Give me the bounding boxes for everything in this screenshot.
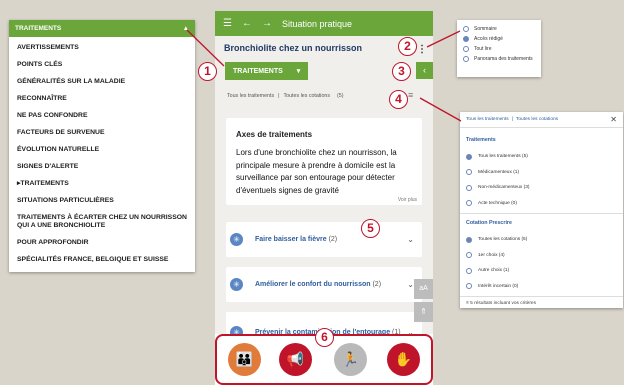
marker-4: 4: [389, 90, 408, 109]
callout-line-1: [186, 29, 225, 67]
callout-line-2: [426, 30, 461, 48]
callout-lines: [186, 29, 462, 122]
marker-1: 1: [198, 62, 217, 81]
marker-2: 2: [398, 37, 417, 56]
marker-6: 6: [315, 328, 334, 347]
marker-5: 5: [361, 219, 380, 238]
callout-line-4: [419, 97, 462, 122]
marker-3: 3: [392, 62, 411, 81]
